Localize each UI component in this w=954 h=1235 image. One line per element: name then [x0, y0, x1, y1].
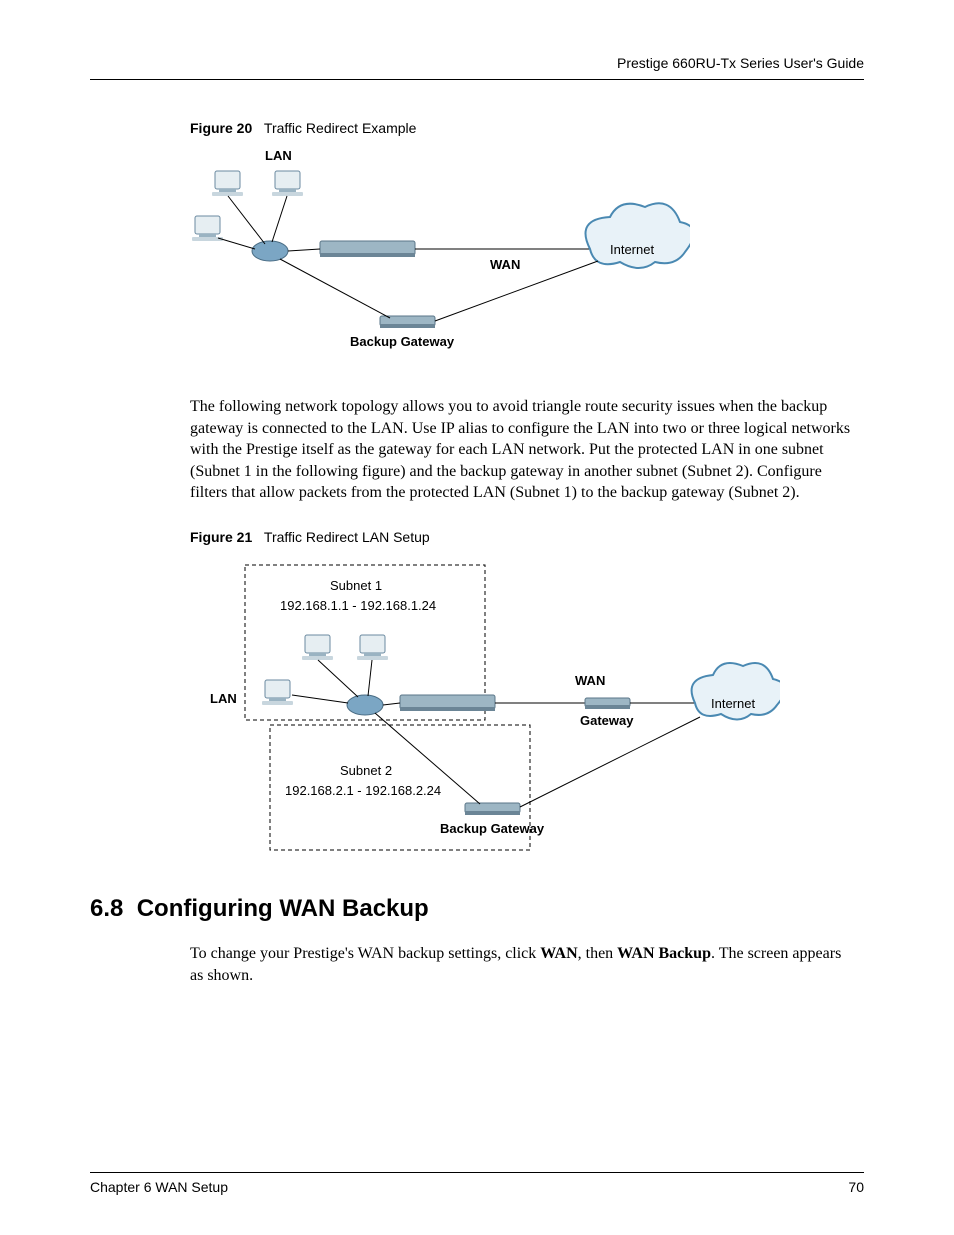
fig21-internet-label: Internet: [711, 696, 755, 711]
router-icon: [347, 695, 383, 715]
pc-icon: [302, 635, 333, 660]
pc-icon: [357, 635, 388, 660]
section-heading-6-8: 6.8 Configuring WAN Backup: [90, 895, 864, 923]
footer-page-number: 70: [848, 1179, 864, 1195]
pc-icon: [212, 171, 243, 196]
pc-icon: [262, 680, 293, 705]
pc-icon: [192, 216, 223, 241]
section-number: 6.8: [90, 895, 123, 922]
section-body: To change your Prestige's WAN backup set…: [190, 943, 854, 986]
fig20-lan-label: LAN: [265, 148, 292, 163]
pc-icon: [272, 171, 303, 196]
footer-chapter: Chapter 6 WAN Setup: [90, 1179, 228, 1195]
fig20-backup-gateway-label: Backup Gateway: [350, 334, 455, 349]
cloud-icon: Internet: [586, 203, 691, 268]
fig20-internet-label: Internet: [610, 242, 654, 257]
section-body-pre: To change your Prestige's WAN backup set…: [190, 945, 540, 962]
figure-21-caption: Figure 21 Traffic Redirect LAN Setup: [190, 529, 864, 545]
backup-gateway-icon: [380, 316, 435, 328]
header-guide-title: Prestige 660RU-Tx Series User's Guide: [90, 55, 864, 80]
fig20-wan-label: WAN: [490, 257, 520, 272]
gateway-icon: [585, 698, 630, 709]
figure-20-diagram: LAN: [190, 146, 864, 366]
fig21-subnet2-title: Subnet 2: [340, 763, 392, 778]
section-title: Configuring WAN Backup: [137, 895, 429, 922]
section-body-wan: WAN: [540, 945, 577, 962]
figure-21-diagram: Subnet 1 192.168.1.1 - 192.168.1.24: [190, 555, 864, 865]
fig21-subnet1-range: 192.168.1.1 - 192.168.1.24: [280, 598, 436, 613]
fig21-wan-label: WAN: [575, 673, 605, 688]
cloud-icon: Internet: [692, 663, 780, 720]
page-footer: Chapter 6 WAN Setup 70: [90, 1172, 864, 1195]
fig21-gateway-label: Gateway: [580, 713, 634, 728]
figure-21-title: Traffic Redirect LAN Setup: [264, 529, 430, 545]
fig21-lan-label: LAN: [210, 691, 237, 706]
fig21-subnet1-title: Subnet 1: [330, 578, 382, 593]
fig21-subnet2-range: 192.168.2.1 - 192.168.2.24: [285, 783, 441, 798]
prestige-device-icon: [320, 241, 415, 257]
document-page: Prestige 660RU-Tx Series User's Guide Fi…: [0, 0, 954, 1235]
prestige-device-icon: [400, 695, 495, 711]
figure-20-label: Figure 20: [190, 120, 252, 136]
figure-20-title: Traffic Redirect Example: [264, 120, 417, 136]
section-body-wanbackup: WAN Backup: [617, 945, 711, 962]
backup-gateway-icon: [465, 803, 520, 815]
router-icon: [252, 241, 288, 261]
figure-20-caption: Figure 20 Traffic Redirect Example: [190, 120, 864, 136]
paragraph-1: The following network topology allows yo…: [190, 396, 854, 504]
section-body-mid: , then: [578, 945, 618, 962]
figure-21-label: Figure 21: [190, 529, 252, 545]
fig21-backup-gateway-label: Backup Gateway: [440, 821, 545, 836]
